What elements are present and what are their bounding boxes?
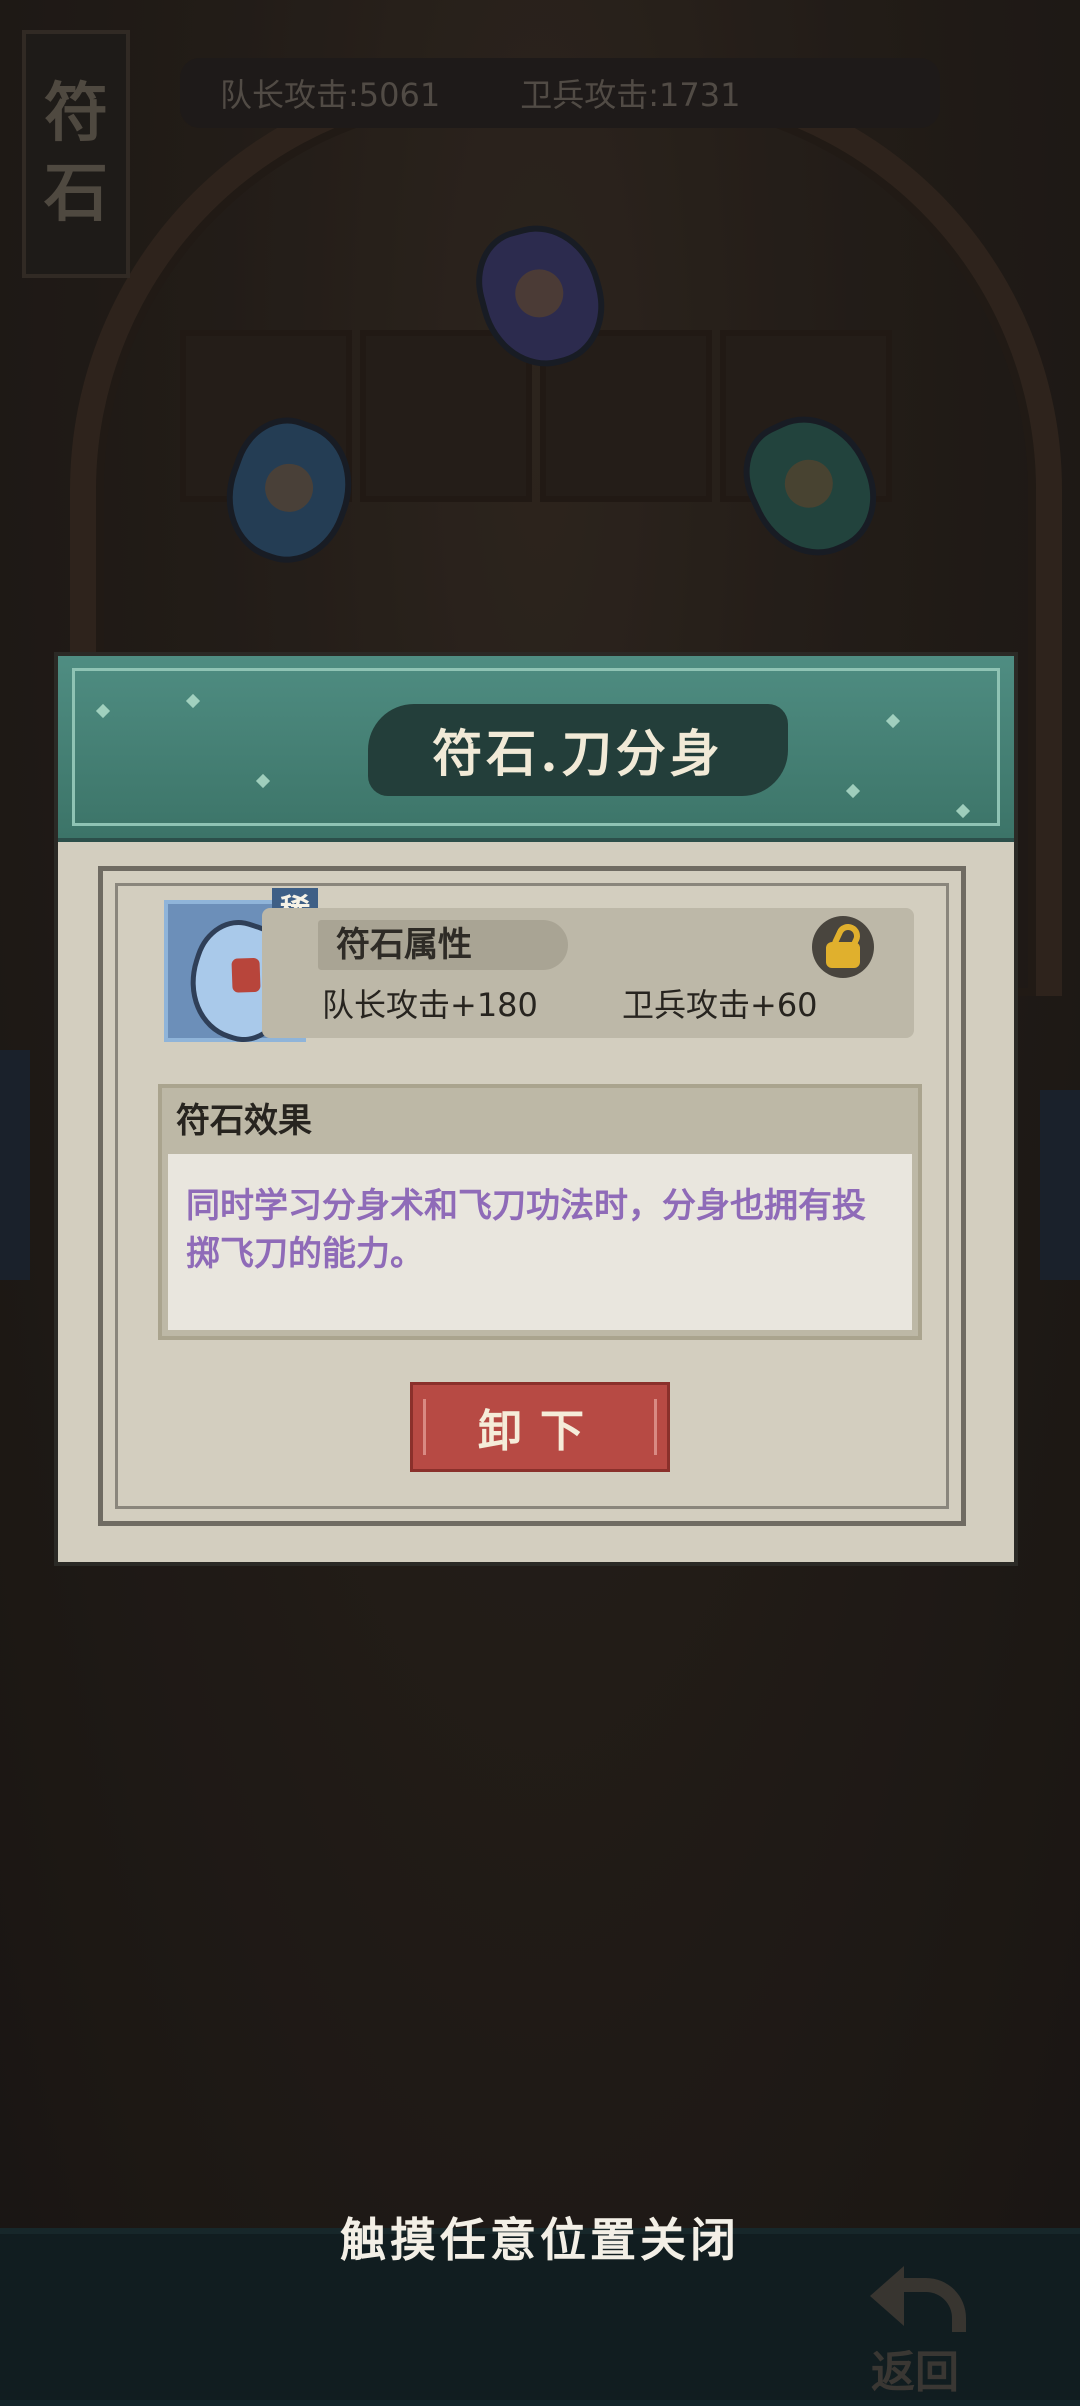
dialog-header: 符石.刀分身: [58, 656, 1014, 842]
guard-attack-bonus: 卫兵攻击+60: [622, 986, 818, 1024]
captain-attack-bonus: 队长攻击+180: [322, 986, 538, 1024]
sparkle-decoration: [885, 713, 901, 729]
rune-figure: [231, 957, 261, 993]
lock-icon[interactable]: [812, 916, 874, 978]
title-brush-banner: 符石.刀分身: [368, 704, 788, 796]
sparkle-decoration: [255, 773, 271, 789]
unequip-button[interactable]: 卸下: [410, 1382, 670, 1472]
sparkle-decoration: [845, 783, 861, 799]
sparkle-decoration: [185, 693, 201, 709]
sparkle-decoration: [95, 703, 111, 719]
dialog-title: 符石.刀分身: [432, 724, 724, 783]
effect-box: 符石效果 同时学习分身术和飞刀功法时，分身也拥有投掷飞刀的能力。: [158, 1084, 922, 1340]
sparkle-decoration: [955, 803, 971, 819]
effect-description: 同时学习分身术和飞刀功法时，分身也拥有投掷飞刀的能力。: [168, 1154, 912, 1330]
close-hint: 触摸任意位置关闭: [340, 2213, 740, 2267]
effect-heading: 符石效果: [176, 1101, 312, 1141]
attribute-heading: 符石属性: [318, 920, 568, 970]
